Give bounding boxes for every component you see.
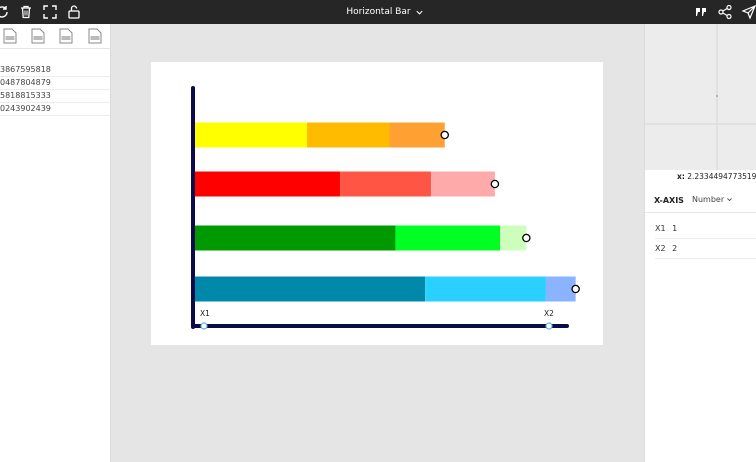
trash-icon[interactable] (18, 4, 34, 20)
coordinate-label: x: (677, 172, 685, 181)
xaxis-handle[interactable] (200, 322, 208, 330)
data-row[interactable]: 5818815333 (0, 89, 110, 103)
xaxis-handle-label: X1 (200, 309, 210, 318)
xaxis-handle-label: X2 (544, 309, 554, 318)
data-sheet-panel: 3867595818 0487804879 5818815333 0243902… (0, 24, 111, 462)
horizontal-bar-chart: X1 X2 (191, 86, 580, 330)
xaxis-row-name: X1 (655, 224, 666, 233)
bar-end-handle[interactable] (522, 233, 531, 243)
quote-icon[interactable] (693, 4, 709, 20)
bar-segment[interactable] (194, 171, 341, 197)
coordinate-value: 2.2334494773519165 (687, 172, 756, 181)
bar-end-handle[interactable] (571, 284, 580, 294)
xaxis-row-name: X2 (655, 244, 666, 253)
bar-segment[interactable] (431, 171, 495, 197)
settings-panel: x: 2.2334494773519165 X-AXIS Number X1 1… (644, 24, 756, 462)
bar-end-handle[interactable] (490, 179, 500, 189)
data-row[interactable]: 0487804879 (0, 76, 110, 90)
chart-type-dropdown[interactable]: Horizontal Bar (330, 0, 440, 24)
send-icon[interactable] (741, 4, 756, 20)
json-icon[interactable] (59, 28, 73, 44)
xaxis-row-x1[interactable]: X1 1 (655, 219, 756, 239)
data-row[interactable]: 3867595818 (0, 63, 110, 77)
chevron-down-icon (727, 198, 733, 202)
bar-segment[interactable] (194, 276, 426, 302)
txt-icon[interactable] (88, 28, 102, 44)
bar-segment[interactable] (307, 122, 390, 148)
bar-end-handle[interactable] (440, 130, 449, 140)
bar-segment[interactable] (395, 225, 500, 251)
xaxis-row-x2[interactable]: X2 2 (655, 239, 756, 259)
preview-grid (645, 24, 756, 170)
xaxis-row-value[interactable]: 2 (672, 239, 677, 258)
top-toolbar: Horizontal Bar (0, 0, 756, 24)
bar-segment[interactable] (425, 276, 546, 302)
chart-canvas: X1 X2 (151, 62, 603, 345)
xaxis-type-select[interactable]: Number (692, 195, 733, 204)
share-icon[interactable] (717, 4, 733, 20)
bar-segment[interactable] (389, 122, 445, 148)
chart-type-title: Horizontal Bar (346, 7, 411, 17)
data-row[interactable]: 0243902439 (0, 102, 110, 116)
bar-segment[interactable] (545, 276, 576, 302)
xaxis-header: X-AXIS Number (645, 190, 756, 213)
unlock-icon[interactable] (66, 4, 82, 20)
xaxis-handle[interactable] (545, 322, 553, 330)
refresh-icon[interactable] (0, 4, 10, 20)
xaxis-row-value[interactable]: 1 (672, 219, 677, 238)
xaxis-type-value: Number (692, 195, 725, 204)
coordinate-readout: x: 2.2334494773519165 (645, 172, 756, 186)
chevron-down-icon (416, 10, 423, 15)
export-icons (0, 24, 110, 49)
bar-segment[interactable] (194, 122, 308, 148)
xls-icon[interactable] (31, 28, 45, 44)
bar-segment[interactable] (340, 171, 432, 197)
fullscreen-icon[interactable] (42, 4, 58, 20)
csv-icon[interactable] (3, 28, 17, 44)
xaxis-title: X-AXIS (654, 196, 684, 205)
bar-segment[interactable] (194, 225, 396, 251)
